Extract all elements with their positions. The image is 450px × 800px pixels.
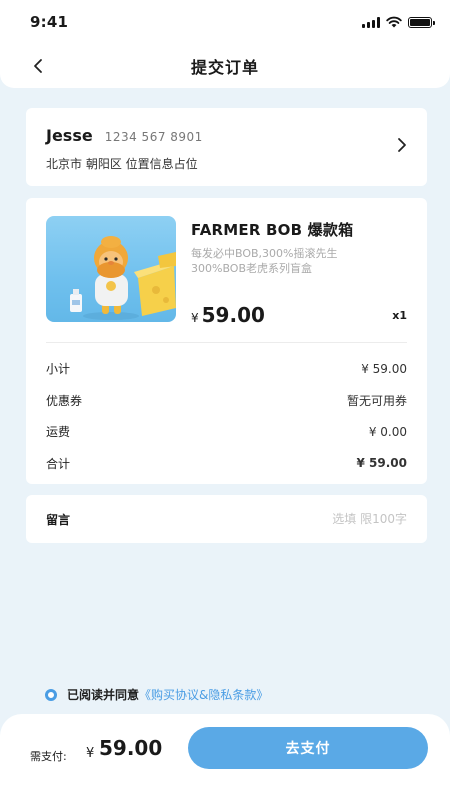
agreement-radio[interactable] [45, 688, 57, 701]
summary-label: 运费 [46, 425, 71, 440]
pay-button[interactable]: 去支付 [188, 727, 428, 769]
product-image [46, 216, 176, 322]
address-card[interactable]: Jesse 1234 567 8901 北京市 朝阳区 位置信息占位 [26, 108, 427, 186]
summary-value: 暂无可用券 [346, 393, 407, 408]
agreement-link[interactable]: 《购买协议&隐私条款》 [139, 688, 268, 702]
price-currency: ¥ [191, 311, 199, 325]
chevron-left-icon [34, 59, 42, 73]
note-card: 留言 [26, 495, 427, 543]
status-icons [362, 16, 435, 28]
product-price: ¥ 59.00 [191, 303, 265, 327]
agreement-text: 已阅读并同意 [67, 688, 140, 702]
summary-value: ¥ 0.00 [368, 424, 407, 439]
summary-total-row: 合计 ¥ 59.00 [46, 448, 407, 480]
summary-subtotal-row: 小计 ¥ 59.00 [46, 353, 407, 385]
pay-amount: 59.00 [99, 736, 163, 760]
address-name: Jesse [46, 126, 93, 145]
pay-label: 需支付: [30, 750, 67, 763]
product-desc-line-2: 300%BOB老虎系列盲盒 [191, 262, 313, 275]
divider [46, 342, 407, 343]
summary-label: 小计 [46, 362, 71, 377]
chevron-right-icon [398, 138, 406, 152]
summary-label: 合计 [46, 456, 71, 471]
price-value: 59.00 [201, 303, 265, 327]
address-detail: 北京市 朝阳区 位置信息占位 [46, 157, 198, 171]
product-info: FARMER BOB 爆款箱 每发必中BOB,300%摇滚先生 300%BOB老… [191, 216, 407, 327]
summary-coupon-row[interactable]: 优惠券 暂无可用券 [46, 385, 407, 417]
agreement-row: 已阅读并同意《购买协议&隐私条款》 [45, 686, 268, 703]
note-input[interactable] [257, 512, 407, 526]
note-label: 留言 [46, 512, 71, 527]
product-description: 每发必中BOB,300%摇滚先生 300%BOB老虎系列盲盒 [191, 246, 391, 276]
status-bar: 9:41 [0, 0, 450, 44]
checkout-bar: 需支付: ¥ 59.00 去支付 [0, 714, 450, 800]
pay-currency: ¥ [86, 746, 95, 761]
product-desc-line-1: 每发必中BOB,300%摇滚先生 [191, 247, 338, 260]
product-row: FARMER BOB 爆款箱 每发必中BOB,300%摇滚先生 300%BOB老… [46, 216, 407, 327]
order-card: FARMER BOB 爆款箱 每发必中BOB,300%摇滚先生 300%BOB老… [26, 198, 427, 484]
summary-shipping-row: 运费 ¥ 0.00 [46, 416, 407, 448]
nav-bar: 提交订单 [0, 44, 450, 88]
product-quantity: x1 [392, 309, 407, 322]
summary-label: 优惠券 [46, 393, 83, 408]
wifi-icon [386, 16, 402, 28]
back-button[interactable] [24, 52, 52, 80]
address-phone: 1234 567 8901 [104, 130, 203, 144]
product-title: FARMER BOB 爆款箱 [191, 221, 354, 239]
summary-value: ¥ 59.00 [356, 456, 407, 471]
cellular-signal-icon [362, 16, 380, 28]
battery-icon [408, 16, 435, 28]
status-time: 9:41 [30, 13, 69, 31]
page-title: 提交订单 [190, 58, 259, 77]
summary-value: ¥ 59.00 [361, 361, 407, 376]
